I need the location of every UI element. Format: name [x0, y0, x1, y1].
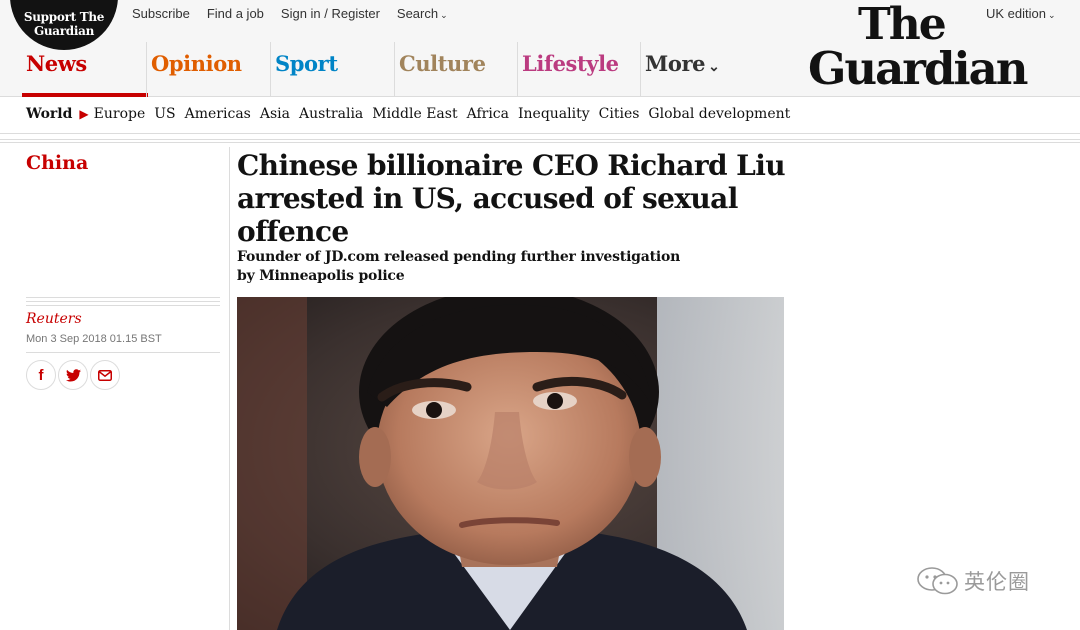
- article-standfirst: Founder of JD.com released pending furth…: [237, 249, 681, 284]
- meta-divider: [26, 297, 220, 309]
- publish-date: Mon 3 Sep 2018 01.15 BST: [26, 333, 162, 345]
- twitter-icon: [65, 368, 81, 381]
- divider: [0, 142, 1080, 143]
- byline[interactable]: Reuters: [26, 311, 82, 327]
- pillar-sport[interactable]: Sport: [270, 42, 394, 97]
- search-link[interactable]: Search ⌄: [397, 6, 448, 21]
- subnav-item-inequality[interactable]: Inequality: [518, 106, 590, 122]
- find-a-job-link[interactable]: Find a job: [207, 6, 264, 21]
- subnav-item-europe[interactable]: Europe: [94, 106, 146, 122]
- portrait-illustration: [237, 297, 784, 630]
- wechat-icon: [917, 567, 958, 595]
- pillar-more[interactable]: More ⌄: [640, 42, 730, 97]
- search-label: Search: [396, 6, 439, 21]
- twitter-share-button[interactable]: [58, 360, 88, 390]
- watermark-label: 英伦圈: [964, 570, 1030, 594]
- subnav-item-us[interactable]: US: [154, 106, 175, 122]
- sign-in-register-link[interactable]: Sign in / Register: [281, 6, 380, 21]
- wechat-watermark: 英伦圈: [916, 566, 1030, 596]
- subnav-item-cities[interactable]: Cities: [599, 106, 640, 122]
- more-label: More: [645, 51, 706, 76]
- pillar-news[interactable]: News: [22, 42, 148, 97]
- article-meta-column: China Reuters Mon 3 Sep 2018 01.15 BST f: [8, 147, 230, 630]
- facebook-icon: f: [38, 366, 44, 384]
- logo-line1: The: [858, 0, 947, 50]
- subscribe-link[interactable]: Subscribe: [132, 6, 190, 21]
- pillar-nav: News Opinion Sport Culture Lifestyle Mor…: [0, 42, 730, 97]
- share-buttons: f: [26, 360, 120, 390]
- sub-navigation: World ▶ Europe US Americas Asia Australi…: [0, 97, 1080, 134]
- subnav-item-australia[interactable]: Australia: [299, 106, 363, 122]
- article-headline: Chinese billionaire CEO Richard Liu arre…: [237, 149, 786, 248]
- email-share-button[interactable]: [90, 360, 120, 390]
- subnav-item-africa[interactable]: Africa: [467, 106, 509, 122]
- subnav-item-americas[interactable]: Americas: [185, 106, 251, 122]
- subnav-item-middle-east[interactable]: Middle East: [372, 106, 457, 122]
- subnav-item-global-development[interactable]: Global development: [648, 106, 790, 122]
- triangle-right-icon: ▶: [79, 107, 89, 121]
- pillar-lifestyle[interactable]: Lifestyle: [517, 42, 640, 97]
- masthead: Support The Guardian Subscribe Find a jo…: [0, 0, 1080, 97]
- meta-divider: [26, 352, 220, 353]
- guardian-logo[interactable]: The Guardian: [808, 0, 1072, 95]
- article-main-photo: [237, 297, 784, 630]
- subnav-current-world[interactable]: World: [26, 106, 72, 122]
- facebook-share-button[interactable]: f: [26, 360, 56, 390]
- chevron-down-icon: ⌄: [708, 59, 720, 75]
- pillar-opinion[interactable]: Opinion: [146, 42, 270, 97]
- section-label-china[interactable]: China: [26, 152, 88, 174]
- pillar-culture[interactable]: Culture: [394, 42, 517, 97]
- subnav-item-asia[interactable]: Asia: [260, 106, 290, 122]
- email-icon: [98, 369, 112, 381]
- support-label-line2: Guardian: [33, 24, 95, 38]
- top-links: Subscribe Find a job Sign in / Register …: [132, 6, 465, 21]
- logo-line2: Guardian: [808, 42, 1028, 95]
- chevron-down-icon: ⌄: [440, 10, 448, 20]
- divider: [0, 139, 1080, 140]
- support-label-line1: Support The: [23, 10, 105, 24]
